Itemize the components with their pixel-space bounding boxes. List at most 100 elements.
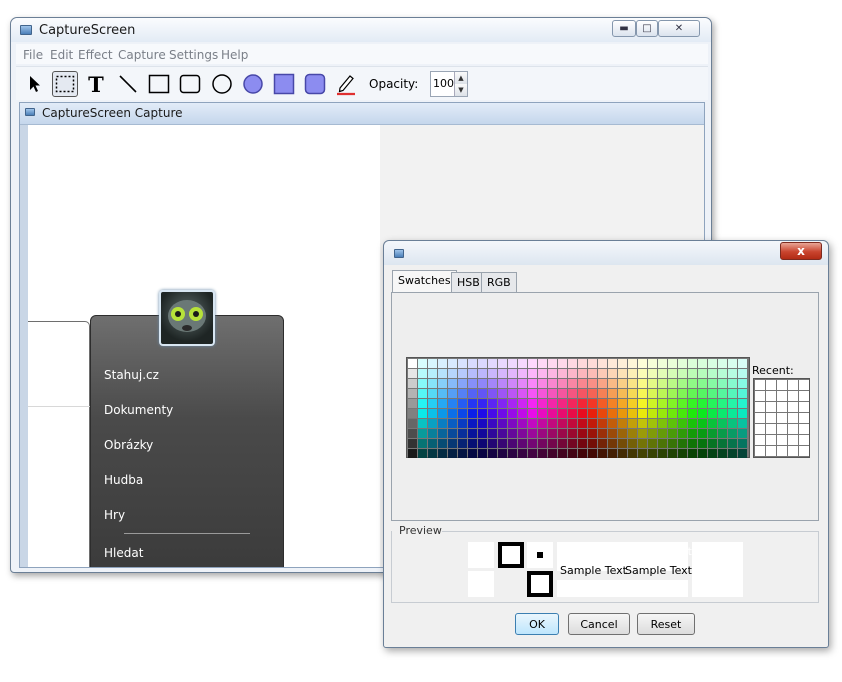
color-swatch[interactable] <box>408 419 417 428</box>
color-swatch[interactable] <box>558 449 567 458</box>
color-swatch[interactable] <box>578 389 587 398</box>
recent-color-swatch[interactable] <box>766 391 776 401</box>
color-swatch[interactable] <box>668 389 677 398</box>
color-swatch[interactable] <box>558 369 567 378</box>
color-swatch[interactable] <box>638 399 647 408</box>
color-swatch[interactable] <box>668 359 677 368</box>
color-swatch[interactable] <box>548 409 557 418</box>
color-swatch[interactable] <box>518 449 527 458</box>
color-swatch[interactable] <box>428 389 437 398</box>
color-swatch[interactable] <box>488 419 497 428</box>
color-swatch[interactable] <box>688 409 697 418</box>
color-swatch[interactable] <box>718 379 727 388</box>
color-swatch[interactable] <box>618 409 627 418</box>
color-swatch[interactable] <box>458 359 467 368</box>
menu-help[interactable]: Help <box>221 48 248 62</box>
color-swatch[interactable] <box>618 379 627 388</box>
color-swatch[interactable] <box>458 419 467 428</box>
color-swatch[interactable] <box>538 359 547 368</box>
reset-button[interactable]: Reset <box>637 613 695 635</box>
color-swatch[interactable] <box>528 369 537 378</box>
recent-color-swatch[interactable] <box>755 402 765 412</box>
rounded-rectangle-tool[interactable] <box>177 71 203 97</box>
color-swatch[interactable] <box>588 439 597 448</box>
color-swatch[interactable] <box>668 439 677 448</box>
color-swatch[interactable] <box>508 389 517 398</box>
color-swatch[interactable] <box>548 359 557 368</box>
color-swatch[interactable] <box>408 449 417 458</box>
color-swatch[interactable] <box>418 419 427 428</box>
color-swatch[interactable] <box>568 429 577 438</box>
color-swatch[interactable] <box>438 429 447 438</box>
color-swatch[interactable] <box>438 369 447 378</box>
color-swatch[interactable] <box>678 399 687 408</box>
color-swatch[interactable] <box>628 379 637 388</box>
color-swatch[interactable] <box>528 389 537 398</box>
color-swatch[interactable] <box>438 389 447 398</box>
color-swatch[interactable] <box>618 429 627 438</box>
color-swatch[interactable] <box>488 359 497 368</box>
recent-color-swatch[interactable] <box>755 424 765 434</box>
recent-color-swatch[interactable] <box>777 446 787 456</box>
color-swatch[interactable] <box>508 439 517 448</box>
color-swatch[interactable] <box>638 419 647 428</box>
color-swatch[interactable] <box>588 389 597 398</box>
color-swatch[interactable] <box>598 449 607 458</box>
color-swatch[interactable] <box>448 419 457 428</box>
color-swatch[interactable] <box>738 389 747 398</box>
color-swatch[interactable] <box>548 419 557 428</box>
recent-color-swatch[interactable] <box>777 391 787 401</box>
recent-color-swatch[interactable] <box>788 424 798 434</box>
color-swatch[interactable] <box>558 399 567 408</box>
color-swatch[interactable] <box>598 429 607 438</box>
color-swatch[interactable] <box>418 399 427 408</box>
color-swatch[interactable] <box>598 399 607 408</box>
color-swatch[interactable] <box>488 399 497 408</box>
color-swatch[interactable] <box>688 419 697 428</box>
color-swatch[interactable] <box>678 379 687 388</box>
recent-color-swatch[interactable] <box>788 435 798 445</box>
color-swatch[interactable] <box>618 449 627 458</box>
color-swatch[interactable] <box>688 439 697 448</box>
color-swatch[interactable] <box>728 359 737 368</box>
menu-capture[interactable]: Capture <box>118 48 166 62</box>
color-swatch[interactable] <box>528 399 537 408</box>
color-swatch[interactable] <box>518 419 527 428</box>
color-swatch[interactable] <box>698 379 707 388</box>
color-swatch[interactable] <box>468 429 477 438</box>
color-swatch[interactable] <box>448 399 457 408</box>
color-swatch[interactable] <box>658 429 667 438</box>
recent-color-swatch[interactable] <box>788 413 798 423</box>
color-swatch[interactable] <box>588 399 597 408</box>
color-swatch[interactable] <box>698 409 707 418</box>
color-swatch[interactable] <box>618 369 627 378</box>
color-swatch[interactable] <box>458 409 467 418</box>
color-swatch[interactable] <box>738 439 747 448</box>
color-swatch[interactable] <box>508 379 517 388</box>
color-swatch[interactable] <box>518 429 527 438</box>
line-tool[interactable] <box>115 71 141 97</box>
color-swatch[interactable] <box>468 449 477 458</box>
color-swatch[interactable] <box>478 409 487 418</box>
color-swatch[interactable] <box>558 389 567 398</box>
color-swatch[interactable] <box>728 439 737 448</box>
color-swatch[interactable] <box>668 419 677 428</box>
color-swatch[interactable] <box>408 439 417 448</box>
color-swatch[interactable] <box>728 389 737 398</box>
color-swatch[interactable] <box>718 399 727 408</box>
color-swatch[interactable] <box>688 429 697 438</box>
capture-canvas[interactable]: Stahuj.cz Dokumenty Obrázky Hudba Hry Hl… <box>28 125 380 567</box>
color-swatch[interactable] <box>618 389 627 398</box>
color-swatch[interactable] <box>728 449 737 458</box>
color-swatch[interactable] <box>408 379 417 388</box>
color-swatch[interactable] <box>648 379 657 388</box>
color-swatch[interactable] <box>528 419 537 428</box>
color-swatch[interactable] <box>418 359 427 368</box>
color-swatch[interactable] <box>498 419 507 428</box>
color-swatch[interactable] <box>438 409 447 418</box>
color-swatch[interactable] <box>568 449 577 458</box>
color-swatch[interactable] <box>658 409 667 418</box>
recent-color-swatch[interactable] <box>799 435 809 445</box>
color-swatch[interactable] <box>568 399 577 408</box>
color-swatch[interactable] <box>538 409 547 418</box>
